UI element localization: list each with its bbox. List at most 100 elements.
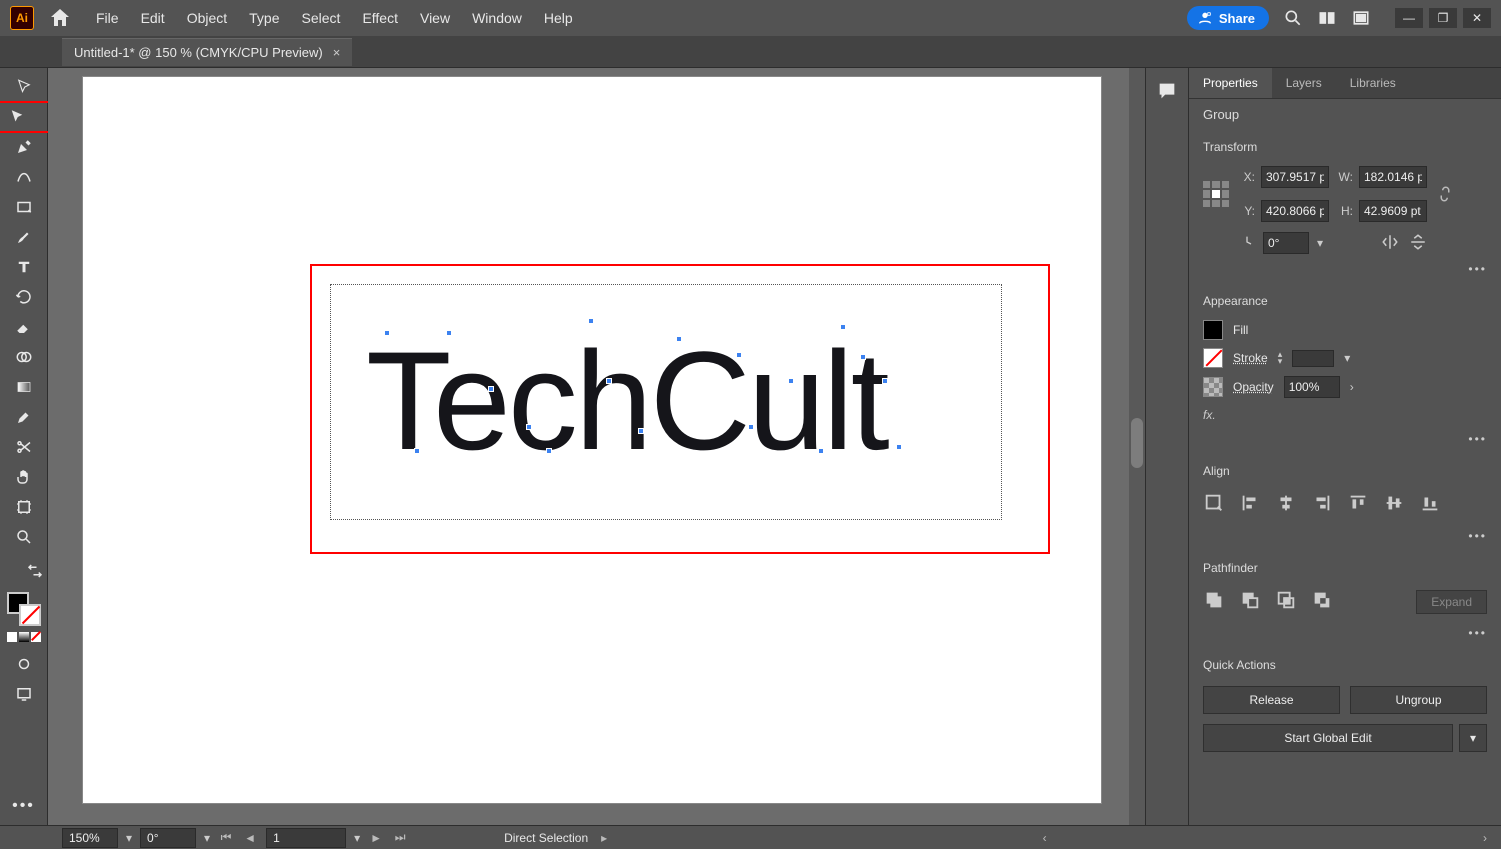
eraser-tool[interactable] <box>9 313 39 341</box>
shape-builder-tool[interactable] <box>9 343 39 371</box>
flip-vertical-icon[interactable] <box>1409 233 1427 254</box>
rotate-dropdown-icon[interactable]: ▾ <box>1317 236 1323 250</box>
anchor-point[interactable] <box>748 424 754 430</box>
menu-help[interactable]: Help <box>544 10 573 26</box>
anchor-point[interactable] <box>606 378 612 384</box>
search-icon[interactable] <box>1283 8 1303 28</box>
hand-tool[interactable] <box>9 463 39 491</box>
last-artboard-icon[interactable]: ⏭ <box>392 830 408 845</box>
scissors-tool[interactable] <box>9 433 39 461</box>
anchor-point[interactable] <box>676 336 682 342</box>
arrange-documents-icon[interactable] <box>1317 8 1337 28</box>
direct-selection-tool[interactable] <box>0 103 52 131</box>
minimize-button[interactable]: — <box>1395 8 1423 28</box>
canvas[interactable]: TechCult <box>48 68 1145 825</box>
anchor-point[interactable] <box>882 378 888 384</box>
zoom-level-input[interactable] <box>62 828 118 848</box>
menu-select[interactable]: Select <box>302 10 341 26</box>
share-button[interactable]: Share <box>1187 6 1269 30</box>
tab-libraries[interactable]: Libraries <box>1336 68 1410 98</box>
opacity-flyout-icon[interactable]: › <box>1350 380 1354 394</box>
anchor-point[interactable] <box>896 444 902 450</box>
global-edit-dropdown-icon[interactable]: ▾ <box>1459 724 1487 752</box>
pathfinder-exclude-icon[interactable] <box>1311 589 1333 614</box>
opacity-input[interactable] <box>1284 376 1340 398</box>
anchor-point[interactable] <box>860 354 866 360</box>
anchor-point[interactable] <box>840 324 846 330</box>
stroke-weight-stepper[interactable]: ▴▾ <box>1278 351 1283 365</box>
stroke-label[interactable]: Stroke <box>1233 351 1268 365</box>
align-top-icon[interactable] <box>1347 492 1369 517</box>
align-more-options[interactable]: ••• <box>1189 527 1501 551</box>
anchor-point[interactable] <box>818 448 824 454</box>
anchor-point[interactable] <box>638 428 644 434</box>
reference-point-locator[interactable] <box>1203 181 1229 207</box>
release-button[interactable]: Release <box>1203 686 1340 714</box>
rotate-tool[interactable] <box>9 283 39 311</box>
vertical-scrollbar[interactable] <box>1129 68 1145 825</box>
anchor-point[interactable] <box>488 386 494 392</box>
comments-panel-icon[interactable] <box>1156 80 1178 105</box>
fx-button[interactable]: fx. <box>1203 402 1487 424</box>
artboard-dropdown-icon[interactable]: ▾ <box>354 831 360 845</box>
canvas-text[interactable]: TechCult <box>366 320 887 482</box>
screen-mode[interactable] <box>9 680 39 708</box>
swap-fill-stroke-icon[interactable] <box>4 557 44 585</box>
type-tool[interactable] <box>9 253 39 281</box>
draw-mode-normal[interactable] <box>9 650 39 678</box>
align-hcenter-icon[interactable] <box>1275 492 1297 517</box>
menu-object[interactable]: Object <box>187 10 227 26</box>
align-vcenter-icon[interactable] <box>1383 492 1405 517</box>
constrain-proportions-icon[interactable] <box>1433 185 1457 203</box>
pen-tool[interactable] <box>9 133 39 161</box>
stroke-swatch[interactable] <box>19 604 41 626</box>
fill-stroke-indicator[interactable] <box>7 592 41 626</box>
rotate-dropdown-icon[interactable]: ▾ <box>204 831 210 845</box>
tab-properties[interactable]: Properties <box>1189 68 1272 98</box>
flip-horizontal-icon[interactable] <box>1381 233 1399 254</box>
menu-window[interactable]: Window <box>472 10 522 26</box>
home-icon[interactable] <box>48 6 72 30</box>
pathfinder-intersect-icon[interactable] <box>1275 589 1297 614</box>
color-mode-gradient[interactable] <box>19 632 29 642</box>
fill-color-swatch[interactable] <box>1203 320 1223 340</box>
scrollbar-thumb[interactable] <box>1131 418 1143 468</box>
rotate-view-input[interactable] <box>140 828 196 848</box>
tab-layers[interactable]: Layers <box>1272 68 1336 98</box>
maximize-button[interactable]: ❐ <box>1429 8 1457 28</box>
anchor-point[interactable] <box>736 352 742 358</box>
color-mode-none[interactable] <box>31 632 41 642</box>
menu-file[interactable]: File <box>96 10 119 26</box>
ungroup-button[interactable]: Ungroup <box>1350 686 1487 714</box>
next-artboard-icon[interactable]: ► <box>368 831 384 845</box>
menu-type[interactable]: Type <box>249 10 279 26</box>
x-input[interactable] <box>1261 166 1329 188</box>
h-input[interactable] <box>1359 200 1427 222</box>
document-tab-close-icon[interactable]: × <box>333 45 341 60</box>
anchor-point[interactable] <box>546 448 552 454</box>
y-input[interactable] <box>1261 200 1329 222</box>
zoom-tool[interactable] <box>9 523 39 551</box>
status-flyout-icon[interactable]: ▸ <box>596 831 612 845</box>
stroke-color-swatch[interactable] <box>1203 348 1223 368</box>
paintbrush-tool[interactable] <box>9 223 39 251</box>
appearance-more-options[interactable]: ••• <box>1189 430 1501 454</box>
anchor-point[interactable] <box>526 424 532 430</box>
prev-artboard-icon[interactable]: ◄ <box>242 831 258 845</box>
anchor-point[interactable] <box>414 448 420 454</box>
stroke-weight-dropdown-icon[interactable]: ▾ <box>1344 351 1350 365</box>
pathfinder-unite-icon[interactable] <box>1203 589 1225 614</box>
start-global-edit-button[interactable]: Start Global Edit <box>1203 724 1453 752</box>
hscroll-left-icon[interactable]: ‹ <box>1037 831 1053 845</box>
anchor-point[interactable] <box>446 330 452 336</box>
stroke-weight-input[interactable] <box>1292 350 1334 367</box>
eyedropper-tool[interactable] <box>9 403 39 431</box>
rectangle-tool[interactable] <box>9 193 39 221</box>
menu-effect[interactable]: Effect <box>362 10 398 26</box>
pathfinder-expand-button[interactable]: Expand <box>1416 590 1487 614</box>
anchor-point[interactable] <box>588 318 594 324</box>
pathfinder-minus-front-icon[interactable] <box>1239 589 1261 614</box>
pathfinder-more-options[interactable]: ••• <box>1189 624 1501 648</box>
opacity-swatch[interactable] <box>1203 377 1223 397</box>
curvature-tool[interactable] <box>9 163 39 191</box>
